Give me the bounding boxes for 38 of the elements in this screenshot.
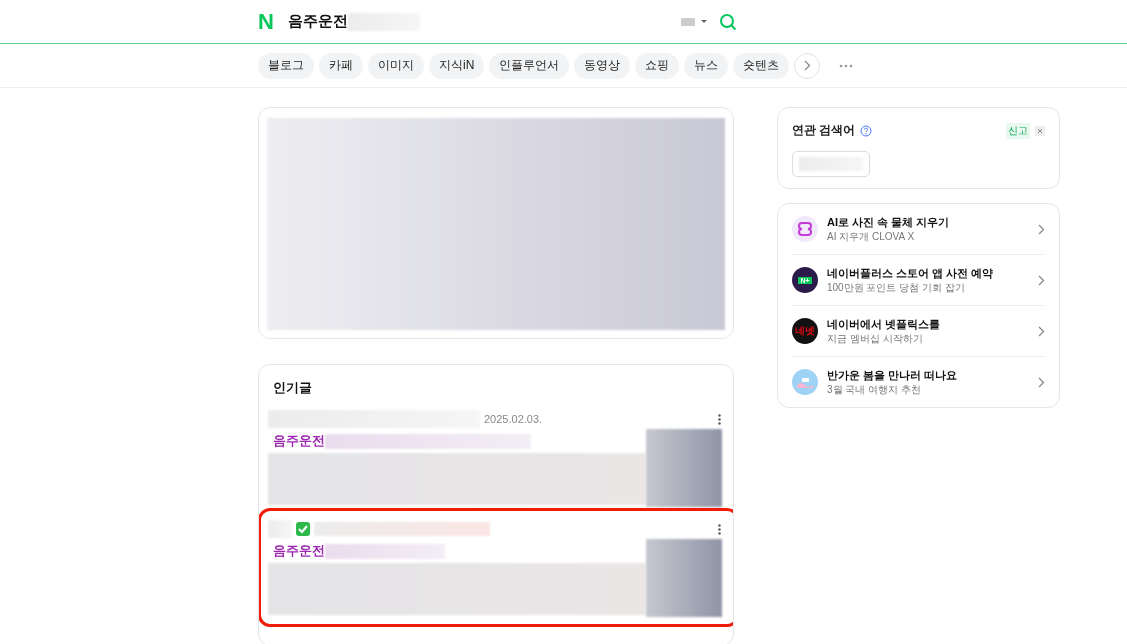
more-icon[interactable] xyxy=(718,523,721,535)
search-icon[interactable] xyxy=(719,12,737,31)
category-tab[interactable]: 쇼핑 xyxy=(635,52,680,79)
category-tab[interactable]: 카페 xyxy=(319,52,363,79)
keyboard-icon[interactable] xyxy=(681,17,707,26)
promo-title[interactable]: AI로 사진 속 물체 지우기 xyxy=(827,214,1029,230)
category-tab[interactable]: 이미지 xyxy=(368,52,424,79)
more-icon[interactable] xyxy=(718,413,721,425)
promo-title[interactable]: 반가운 봄을 만나러 떠나요 xyxy=(827,367,1029,383)
post-date: 2025.02.03. xyxy=(484,413,543,425)
travel-icon xyxy=(792,369,818,395)
app-icon: 네넷 xyxy=(792,318,818,344)
promo-subtitle: AI 지우개 CLOVA X xyxy=(827,229,916,244)
chevron-icon xyxy=(803,60,811,71)
help-icon[interactable] xyxy=(860,124,873,137)
promo-subtitle: 지금 멤버십 시작하기 xyxy=(827,331,924,346)
post-title[interactable]: 음주운전 xyxy=(273,542,325,560)
promo-title[interactable]: 네이버에서 넷플릭스를 xyxy=(827,316,1029,332)
close-icon[interactable] xyxy=(1035,125,1045,136)
category-tab[interactable]: 동영상 xyxy=(574,52,631,79)
post-title[interactable]: 음주운전 xyxy=(273,432,325,450)
promo-title[interactable]: 네이버플러스 스토어 앱 사전 예약 xyxy=(827,265,1029,281)
clover-icon xyxy=(792,216,818,242)
promo-subtitle: 3월 국내 여행지 추천 xyxy=(827,382,922,397)
chevron-icon xyxy=(1038,274,1045,286)
promo-subtitle: 100만원 포인트 당첨 기회 잡기 xyxy=(827,280,966,295)
category-tab[interactable]: 뉴스 xyxy=(684,52,729,79)
chevron-icon xyxy=(1038,325,1045,337)
search-field[interactable]: 음주운전 xyxy=(288,12,348,31)
chevron-icon xyxy=(1038,376,1045,388)
section-title: 연관 검색어 xyxy=(792,122,856,139)
category-tab[interactable]: 지식iN xyxy=(429,52,485,79)
chevron-icon xyxy=(1038,223,1045,235)
next-button[interactable] xyxy=(794,52,821,79)
category-tab[interactable]: 숏텐츠 xyxy=(733,52,790,79)
category-tab[interactable]: 블로그 xyxy=(258,52,314,79)
section-title: 인기글 xyxy=(272,379,313,397)
category-tab[interactable]: 인플루언서 xyxy=(489,52,570,79)
